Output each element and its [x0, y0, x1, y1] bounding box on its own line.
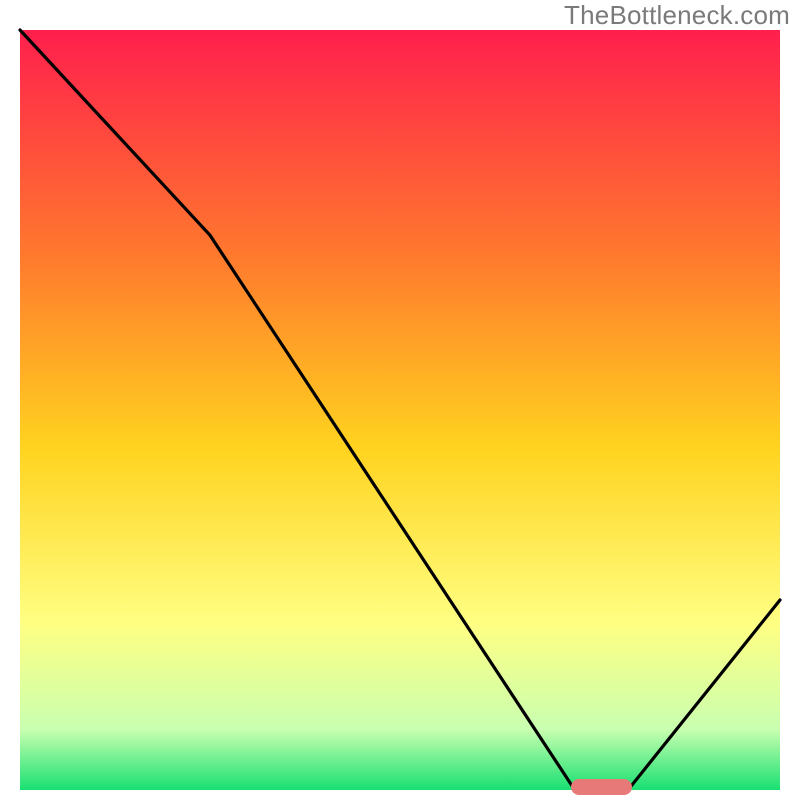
gradient-background — [20, 30, 780, 790]
bottleneck-chart — [0, 0, 800, 800]
optimal-marker — [571, 779, 632, 795]
